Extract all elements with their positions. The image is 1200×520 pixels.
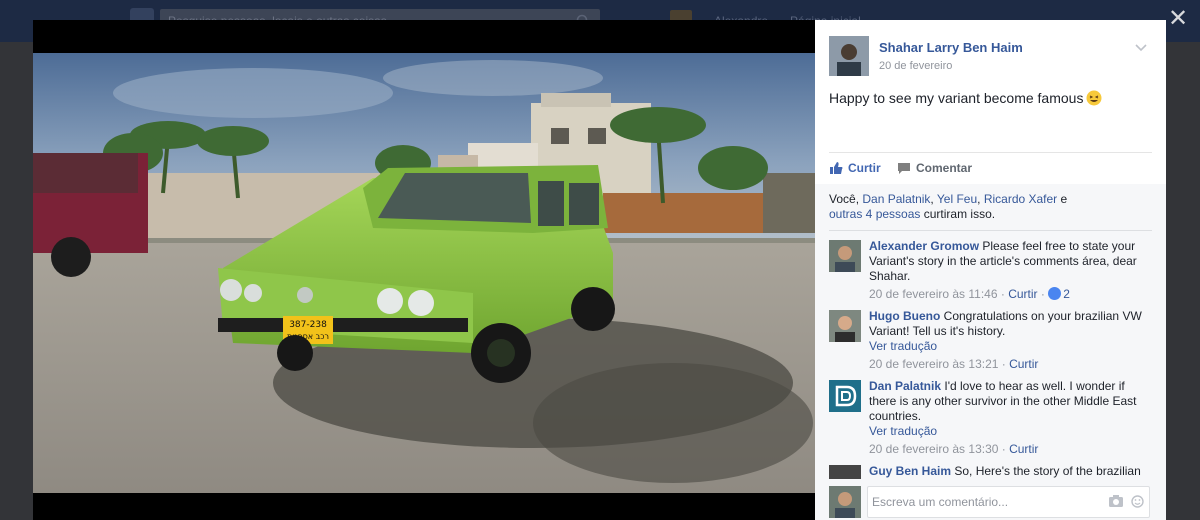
liker-link[interactable]: Yel Feu: [937, 192, 977, 206]
likes-suffix: curtiram isso.: [923, 207, 996, 221]
like-reaction-icon: [1048, 287, 1062, 300]
commenter-name[interactable]: Dan Palatnik: [869, 379, 941, 393]
comments-section: Você, Dan Palatnik, Yel Feu, Ricardo Xaf…: [815, 184, 1166, 520]
author-avatar[interactable]: [829, 36, 869, 76]
commenter-name[interactable]: Alexander Gromow: [869, 239, 979, 253]
comment-text: So, Here's the story of the brazilian: [954, 464, 1141, 478]
likes-and: e: [1060, 192, 1068, 206]
like-label: Curtir: [848, 161, 881, 175]
speech-bubble-icon: [898, 163, 910, 174]
comment-body: Guy Ben Haim So, Here's the story of the…: [869, 464, 1146, 479]
comment-time[interactable]: 20 de fevereiro às 13:30: [869, 442, 998, 456]
likes-prefix: Você,: [829, 192, 860, 206]
comment-like-link[interactable]: Curtir: [1009, 442, 1038, 456]
comment-like-link[interactable]: Curtir: [1009, 357, 1038, 371]
liker-link[interactable]: Dan Palatnik: [862, 192, 930, 206]
commenter-avatar[interactable]: [829, 240, 861, 272]
photo-stage[interactable]: 387-238 רכב אספנות: [33, 20, 815, 520]
like-button[interactable]: Curtir: [829, 161, 881, 175]
commenter-avatar[interactable]: [829, 310, 861, 342]
laughing-emoji-icon: [1086, 90, 1102, 106]
comment-body: Alexander Gromow Please feel free to sta…: [869, 239, 1146, 302]
commenter-name[interactable]: Guy Ben Haim: [869, 464, 951, 478]
chevron-down-icon[interactable]: [1134, 40, 1148, 54]
my-avatar[interactable]: [829, 486, 861, 518]
divider: [829, 230, 1152, 231]
comment-body: Hugo Bueno Congratulations on your brazi…: [869, 309, 1146, 372]
commenter-name[interactable]: Hugo Bueno: [869, 309, 940, 323]
camera-icon[interactable]: [1109, 495, 1123, 507]
comment-input[interactable]: [867, 486, 1150, 518]
comment-meta: 20 de fevereiro às 13:30 · Curtir: [869, 442, 1039, 456]
thumbs-up-icon: [830, 162, 843, 174]
see-translation-link[interactable]: Ver tradução: [869, 424, 1146, 439]
post-text: Happy to see my variant become famous: [829, 90, 1102, 106]
smiley-icon[interactable]: [1131, 495, 1144, 508]
comment-panel: Shahar Larry Ben Haim 20 de fevereiro Ha…: [815, 20, 1166, 520]
commenter-avatar[interactable]: [829, 465, 861, 479]
likes-others-link[interactable]: outras 4 pessoas: [829, 207, 920, 221]
commenter-avatar[interactable]: [829, 380, 861, 412]
comment-meta: 20 de fevereiro às 13:21 · Curtir: [869, 357, 1039, 371]
reaction-count[interactable]: 2: [1063, 287, 1070, 301]
see-translation-link[interactable]: Ver tradução: [869, 339, 1146, 354]
comment-composer: [815, 484, 1166, 520]
composer-icons: [1109, 495, 1144, 508]
comment-time[interactable]: 20 de fevereiro às 11:46: [869, 287, 998, 301]
comment-time[interactable]: 20 de fevereiro às 13:21: [869, 357, 998, 371]
liker-link[interactable]: Ricardo Xafer: [984, 192, 1057, 206]
car-photo: 387-238 רכב אספנות: [33, 53, 815, 493]
comment-meta: 20 de fevereiro às 11:46 · Curtir · 2: [869, 287, 1070, 301]
comment-label: Comentar: [916, 161, 973, 175]
post-message: Happy to see my variant become famous: [829, 90, 1084, 106]
plate-number: 387-238: [289, 320, 327, 330]
post-header: Shahar Larry Ben Haim 20 de fevereiro: [829, 36, 1152, 80]
likes-summary: Você, Dan Palatnik, Yel Feu, Ricardo Xaf…: [829, 192, 1068, 221]
post-author-name[interactable]: Shahar Larry Ben Haim: [879, 40, 1023, 55]
post-action-bar: Curtir Comentar: [829, 152, 1152, 182]
comment-body: Dan Palatnik I'd love to hear as well. I…: [869, 379, 1146, 457]
comment-like-link[interactable]: Curtir: [1008, 287, 1037, 301]
post-date[interactable]: 20 de fevereiro: [879, 60, 952, 72]
comment-button[interactable]: Comentar: [897, 161, 1132, 175]
close-icon[interactable]: ✕: [1166, 7, 1190, 32]
